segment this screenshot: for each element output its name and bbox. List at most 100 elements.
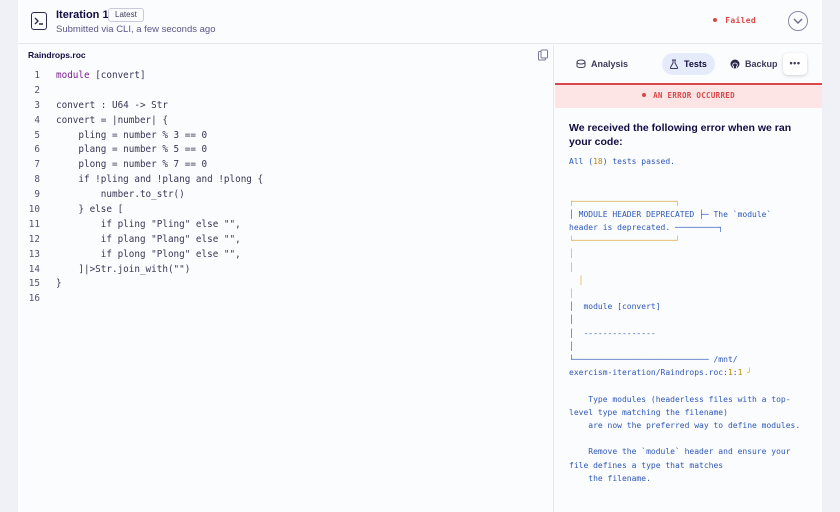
iteration-panel: Iteration 1 Latest Submitted via CLI, a … [18, 0, 822, 512]
iteration-subtitle: Submitted via CLI, a few seconds ago [56, 24, 216, 35]
tab-analysis-label: Analysis [591, 59, 629, 69]
code-line: 3 convert : U64 -> Str [18, 99, 554, 114]
summary-suffix: ) tests passed. [602, 157, 675, 166]
code-line: 8 if !pling and !plang and !plong { [18, 173, 554, 188]
trace-snippet: │ module [convert] │ │ --------------- │ [569, 302, 661, 351]
trace-path: └──────────────────────────── /mnt/ exer… [569, 355, 738, 378]
terminal-icon [31, 12, 47, 30]
line-number: 7 [34, 159, 40, 171]
code-line: 10 } else [ [18, 203, 554, 218]
code-rest: if plang "Plang" else "", [56, 233, 241, 245]
line-number: 1 [34, 70, 40, 81]
line-number: 9 [34, 189, 40, 201]
code-text: plong = number % 7 == 0 [40, 158, 207, 173]
code-line: 16 [18, 292, 554, 307]
code-line: 2 [18, 84, 554, 99]
code-text: } else [ [40, 203, 123, 218]
summary-prefix: All ( [569, 157, 594, 166]
code-text: } [40, 277, 62, 292]
chevron-down-icon [793, 18, 803, 24]
line-number: 10 [28, 204, 40, 216]
code-line: 9 number.to_str() [18, 188, 554, 203]
latest-badge: Latest [108, 8, 144, 22]
code-line: 4 convert = |number| { [18, 114, 554, 129]
code-text: if plong "Plong" else "", [40, 248, 241, 263]
tab-backup[interactable]: Backup [723, 53, 786, 75]
line-number: 11 [28, 218, 40, 230]
code-text: convert : U64 -> Str [40, 99, 168, 114]
code-rest: number.to_str() [56, 189, 185, 201]
error-box-bottom: └─────────────────────┘ [569, 236, 680, 246]
results-tabs: Analysis Tests Backup ••• [555, 45, 822, 83]
code-rest: } else [ [56, 204, 124, 216]
code-rest: [convert] [89, 70, 146, 81]
copy-icon[interactable] [537, 49, 549, 61]
tab-backup-label: Backup [745, 59, 778, 69]
code-text: number.to_str() [40, 188, 185, 203]
code-line: 1 module [convert] [18, 69, 554, 84]
code-text: if plang "Plang" else "", [40, 233, 241, 248]
file-tab[interactable]: Raindrops.roc [18, 45, 96, 65]
error-output: All (18) tests passed. ┌────────────────… [569, 155, 817, 485]
status-badge: Failed [713, 16, 756, 25]
line-number: 5 [34, 129, 40, 141]
code-text: plang = number % 5 == 0 [40, 143, 207, 158]
analysis-icon [576, 59, 586, 68]
code-rest: ]|>Str.join_with("") [56, 263, 191, 275]
line-number: 16 [28, 293, 40, 305]
results-panel: Analysis Tests Backup ••• AN ERROR OCCUR… [555, 45, 822, 512]
more-options-button[interactable]: ••• [783, 53, 807, 75]
code-rest: if pling "Pling" else "", [56, 218, 241, 230]
iteration-header: Iteration 1 Latest Submitted via CLI, a … [18, 0, 822, 44]
github-icon [730, 59, 740, 69]
code-rest: convert = |number| { [56, 114, 168, 126]
code-line: 12 if plang "Plang" else "", [18, 233, 554, 248]
iteration-title: Iteration 1 [56, 9, 109, 21]
line-number: 12 [28, 233, 40, 245]
tab-tests-label: Tests [684, 59, 707, 69]
line-number: 2 [34, 84, 40, 96]
code-line: 13 if plong "Plong" else "", [18, 248, 554, 263]
error-box-title: │ MODULE HEADER DEPRECATED ├─ The `modul… [569, 209, 772, 233]
tab-analysis[interactable]: Analysis [569, 53, 636, 75]
code-rest: if plong "Plong" else "", [56, 248, 241, 260]
code-content[interactable]: 1 module [convert] 2 3 convert : U64 -> Str 4… [18, 69, 554, 307]
error-heading: We received the following error when we … [569, 122, 792, 148]
trace-gutter: │ │ │ │ [569, 249, 584, 299]
line-number: 13 [28, 248, 40, 260]
code-text: pling = number % 3 == 0 [40, 129, 207, 144]
error-banner-label: AN ERROR OCCURRED [653, 91, 735, 100]
code-text: convert = |number| { [40, 114, 168, 129]
code-text: if !pling and !plang and !plong { [40, 173, 263, 188]
line-number: 15 [28, 278, 40, 290]
status-label: Failed [725, 16, 756, 25]
code-rest: plong = number % 7 == 0 [56, 159, 208, 171]
tests-icon [669, 59, 679, 69]
code-editor: Raindrops.roc 1 module [convert] 2 3 convert… [18, 45, 554, 512]
line-number: 14 [28, 263, 40, 275]
code-line: 15} [18, 277, 554, 292]
tab-tests[interactable]: Tests [662, 53, 715, 75]
code-line: 11 if pling "Pling" else "", [18, 218, 554, 233]
code-rest: convert : U64 -> Str [56, 99, 168, 111]
code-rest: pling = number % 3 == 0 [56, 129, 208, 141]
trace-end: ╯ [742, 368, 753, 378]
line-number: 8 [34, 174, 40, 186]
code-rest: } [56, 278, 62, 290]
code-keyword: module [56, 70, 90, 81]
code-text: if pling "Pling" else "", [40, 218, 241, 233]
error-banner: AN ERROR OCCURRED [555, 83, 822, 108]
expand-button[interactable] [788, 11, 808, 31]
line-number: 4 [34, 114, 40, 126]
summary-count: 18 [593, 157, 603, 166]
error-box-top: ┌─────────────────────┐ [569, 196, 680, 206]
code-line: 5 pling = number % 3 == 0 [18, 129, 554, 144]
code-rest: plang = number % 5 == 0 [56, 144, 208, 156]
error-message: Type modules (headerless files with a to… [569, 394, 801, 483]
line-number: 3 [34, 99, 40, 111]
code-text: ]|>Str.join_with("") [40, 263, 190, 278]
code-text: module [convert] [40, 69, 146, 84]
code-line: 6 plang = number % 5 == 0 [18, 143, 554, 158]
